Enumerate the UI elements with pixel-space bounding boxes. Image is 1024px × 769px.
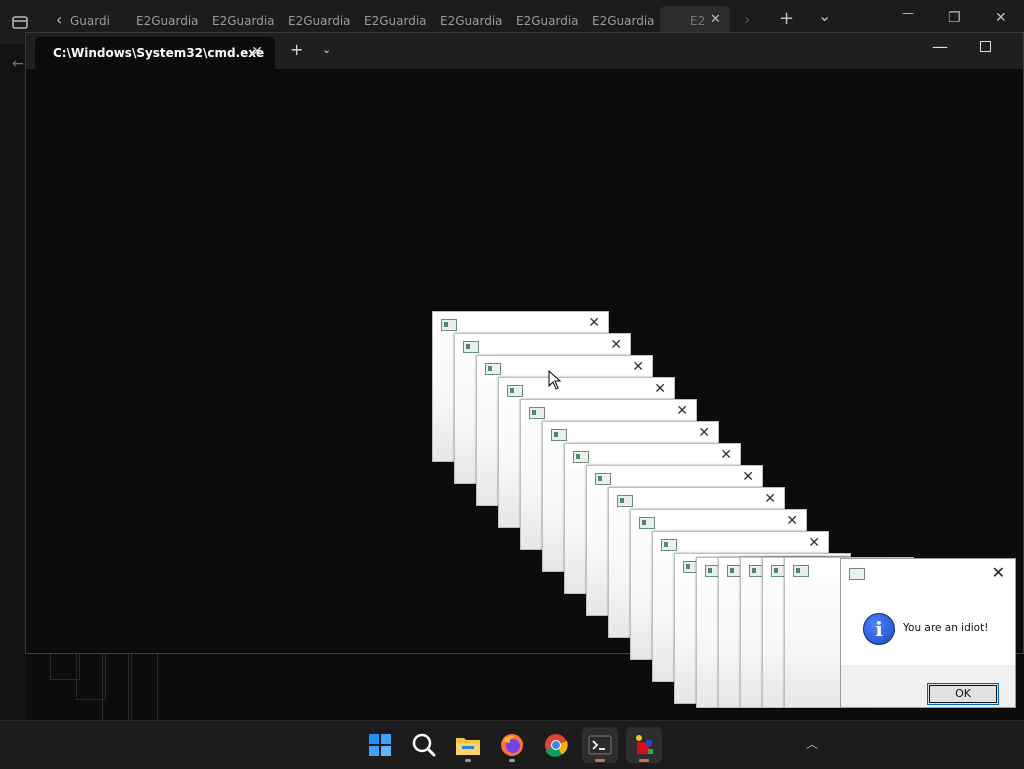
popup-titlebar: ✕ <box>587 466 762 488</box>
app-window-icon <box>551 429 567 441</box>
popup-titlebar: ✕ <box>477 356 652 378</box>
tab-scroll-right-icon[interactable]: › <box>744 10 750 29</box>
app-window-icon <box>617 495 633 507</box>
terminal-maximize-icon[interactable] <box>980 41 991 52</box>
app-window-icon <box>463 341 479 353</box>
terminal-titlebar: C:\Windows\System32\cmd.exe ✕ + ⌄ — <box>26 33 1023 69</box>
terminal-dropdown-icon[interactable]: ⌄ <box>322 43 331 56</box>
app-window-icon <box>849 568 865 580</box>
message-dialog: ✕ i You are an idiot! OK <box>840 558 1016 708</box>
browser-tab[interactable]: E2Guardia <box>364 14 426 28</box>
app-window-icon <box>507 385 523 397</box>
app-icon <box>636 735 653 754</box>
dialog-message: You are an idiot! <box>903 622 989 634</box>
browser-tab-close-icon[interactable]: ✕ <box>710 12 721 27</box>
ok-button[interactable]: OK <box>927 683 999 705</box>
browser-active-tab-label: E2 <box>690 14 706 28</box>
app-window-icon <box>661 539 677 551</box>
popup-titlebar: ✕ <box>521 400 696 422</box>
tab-scroll-left-icon[interactable]: ‹ <box>56 10 62 29</box>
browser-tab-list-icon[interactable]: ⌄ <box>818 6 831 25</box>
popup-close-icon[interactable]: ✕ <box>632 359 644 375</box>
app-window-icon <box>529 407 545 419</box>
browser-tab[interactable]: E2Guardia <box>516 14 578 28</box>
popup-close-icon[interactable]: ✕ <box>720 447 732 463</box>
popup-titlebar: ✕ <box>631 510 806 532</box>
browser-restore-icon[interactable]: ❐ <box>948 10 961 26</box>
running-indicator <box>639 759 649 762</box>
running-indicator <box>465 759 471 762</box>
popup-close-icon[interactable]: ✕ <box>808 535 820 551</box>
windows-start-icon <box>369 734 391 756</box>
browser-tab[interactable]: E2Guardia <box>288 14 350 28</box>
popup-close-icon[interactable]: ✕ <box>698 425 710 441</box>
mouse-cursor-icon <box>548 370 562 390</box>
file-explorer-button[interactable] <box>450 727 486 763</box>
app-window-icon <box>595 473 611 485</box>
popup-close-icon[interactable]: ✕ <box>588 315 600 331</box>
browser-minimize-icon[interactable]: — <box>902 6 914 20</box>
app-window-icon <box>573 451 589 463</box>
search-icon <box>412 733 436 757</box>
popup-titlebar: ✕ <box>565 444 740 466</box>
app-window-icon <box>441 319 457 331</box>
popup-close-icon[interactable]: ✕ <box>742 469 754 485</box>
popup-close-icon[interactable]: ✕ <box>610 337 622 353</box>
popup-titlebar: ✕ <box>455 334 630 356</box>
browser-tab[interactable]: E2Guardia <box>212 14 274 28</box>
popup-titlebar: ✕ <box>543 422 718 444</box>
start-button[interactable] <box>362 727 398 763</box>
browser-back-icon[interactable]: ← <box>12 56 24 72</box>
browser-tab[interactable]: E2Guardia <box>440 14 502 28</box>
running-indicator <box>509 759 515 762</box>
popup-titlebar: ✕ <box>499 378 674 400</box>
search-button[interactable] <box>406 727 442 763</box>
browser-close-icon[interactable]: ✕ <box>995 10 1007 26</box>
terminal-new-tab-icon[interactable]: + <box>290 40 303 59</box>
dialog-button-area: OK <box>841 665 1015 707</box>
running-indicator <box>595 759 605 762</box>
terminal-tab-close-icon[interactable]: ✕ <box>251 44 263 60</box>
firefox-icon <box>501 734 523 756</box>
tray-overflow-icon[interactable]: ︿ <box>806 735 818 752</box>
popup-close-icon[interactable]: ✕ <box>676 403 688 419</box>
dialog-close-icon[interactable]: ✕ <box>992 563 1005 582</box>
browser-tab[interactable]: Guardi <box>70 14 132 28</box>
background-browser-body <box>0 44 26 724</box>
popup-titlebar: ✕ <box>653 532 828 554</box>
terminal-icon <box>588 735 612 755</box>
terminal-tab-title: C:\Windows\System32\cmd.exe <box>53 46 265 60</box>
app-window-icon <box>793 565 809 577</box>
taskbar: ︿ <box>0 720 1024 769</box>
terminal-minimize-icon[interactable]: — <box>932 37 948 56</box>
chrome-icon <box>545 734 568 757</box>
popup-close-icon[interactable]: ✕ <box>654 381 666 397</box>
dialog-titlebar: ✕ <box>841 559 1015 587</box>
popup-close-icon[interactable]: ✕ <box>764 491 776 507</box>
information-icon: i <box>863 613 895 645</box>
terminal-taskbar-button[interactable] <box>582 727 618 763</box>
browser-new-tab-icon[interactable]: + <box>779 8 794 29</box>
browser-tab[interactable]: E2Guardia <box>136 14 198 28</box>
app-taskbar-button[interactable] <box>626 727 662 763</box>
file-explorer-icon <box>456 738 480 755</box>
chrome-button[interactable] <box>538 727 574 763</box>
popup-titlebar: ✕ <box>433 312 608 334</box>
app-window-icon <box>485 363 501 375</box>
terminal-tab[interactable]: C:\Windows\System32\cmd.exe ✕ <box>35 37 275 69</box>
firefox-button[interactable] <box>494 727 530 763</box>
browser-tab[interactable]: E2Guardia <box>592 14 654 28</box>
popup-close-icon[interactable]: ✕ <box>786 513 798 529</box>
tab-actions-icon[interactable] <box>10 12 30 32</box>
popup-titlebar: ✕ <box>609 488 784 510</box>
app-window-icon <box>639 517 655 529</box>
